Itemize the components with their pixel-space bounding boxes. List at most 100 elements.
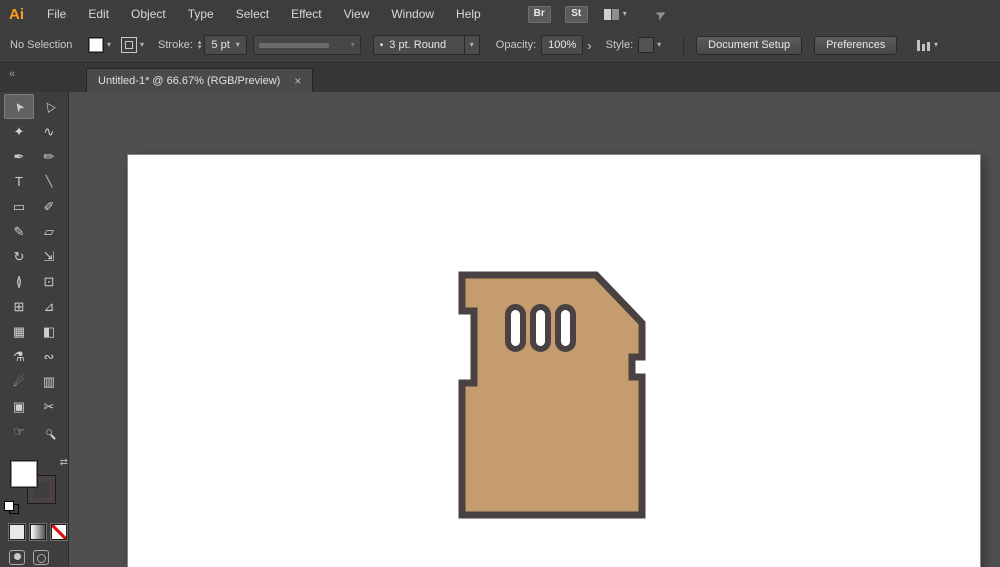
default-fill-stroke-icon[interactable] (4, 501, 19, 514)
brush-definition-chevron-button[interactable]: ▾ (465, 35, 480, 55)
symbol-sprayer-tool[interactable]: ☄ (4, 369, 34, 394)
hand-icon: ☞ (13, 424, 25, 440)
rectangle-tool[interactable]: ▭ (4, 194, 34, 219)
selection-tool[interactable]: ➤ (4, 94, 34, 119)
type-icon: T (15, 174, 23, 189)
color-mode-buttons (0, 510, 68, 540)
menu-file[interactable]: File (36, 7, 77, 21)
arrange-documents-button[interactable]: ▾ (604, 9, 627, 20)
menu-object[interactable]: Object (120, 7, 177, 21)
menu-view[interactable]: View (333, 7, 381, 21)
lasso-tool[interactable]: ∿ (34, 119, 64, 144)
mesh-tool[interactable]: ▦ (4, 319, 34, 344)
pen-tool[interactable]: ✒ (4, 144, 34, 169)
swap-fill-stroke-icon[interactable]: ⇄ (60, 457, 68, 468)
fill-color-dropdown[interactable]: ▾ (88, 37, 111, 53)
artboard[interactable] (128, 155, 980, 567)
brush-dot-icon: • (380, 40, 384, 51)
opacity-panel-arrow-icon[interactable]: › (587, 38, 591, 53)
free-transform-icon: ⊡ (44, 274, 55, 290)
chevron-down-icon: ▾ (934, 41, 938, 49)
menu-edit[interactable]: Edit (77, 7, 120, 21)
document-tab-bar: « Untitled-1* @ 66.67% (RGB/Preview) × (0, 63, 1000, 93)
menu-window[interactable]: Window (380, 7, 445, 21)
slice-tool[interactable]: ✂ (34, 394, 64, 419)
document-tab[interactable]: Untitled-1* @ 66.67% (RGB/Preview) × (86, 68, 313, 92)
canvas-area[interactable] (69, 92, 1000, 567)
shaper-icon: ✎ (14, 224, 25, 240)
draw-behind-button[interactable] (33, 550, 49, 565)
brush-definition-dropdown[interactable]: • 3 pt. Round (373, 35, 465, 55)
bridge-button[interactable]: Br (528, 6, 551, 23)
artboard-tool[interactable]: ▣ (4, 394, 34, 419)
chevron-down-icon: ▾ (236, 41, 240, 49)
sd-card-body (462, 275, 642, 515)
gradient-icon: ◧ (43, 324, 55, 340)
color-mode-button[interactable] (9, 524, 25, 540)
eyedropper-tool[interactable]: ⚗ (4, 344, 34, 369)
width-profile-dropdown[interactable]: ▾ (253, 35, 361, 55)
control-panel-menu-button[interactable]: ▾ (917, 40, 938, 51)
stroke-weight-select[interactable]: 5 pt ▾ (204, 35, 246, 55)
magic-wand-tool[interactable]: ✦ (4, 119, 34, 144)
free-transform-tool[interactable]: ⊡ (34, 269, 64, 294)
style-dropdown[interactable]: ▾ (638, 37, 661, 53)
app-logo: Ai (0, 6, 36, 23)
paintbrush-tool[interactable]: ✐ (34, 194, 64, 219)
opacity-label: Opacity: (496, 39, 536, 51)
zoom-tool[interactable]: ○ (34, 419, 64, 444)
style-label: Style: (606, 39, 634, 51)
menu-help[interactable]: Help (445, 7, 492, 21)
stroke-weight-value: 5 pt (211, 39, 229, 51)
selection-icon: ➤ (10, 98, 27, 114)
gradient-mode-button[interactable] (30, 524, 46, 540)
blend-tool[interactable]: ∾ (34, 344, 64, 369)
line-segment-tool[interactable]: ╲ (34, 169, 64, 194)
stroke-color-dropdown[interactable]: ▾ (121, 37, 144, 53)
shape-builder-icon: ⊞ (14, 299, 25, 315)
chevron-down-icon: ▾ (623, 10, 627, 18)
draw-normal-button[interactable] (9, 550, 25, 565)
shape-builder-tool[interactable]: ⊞ (4, 294, 34, 319)
style-swatch-icon (638, 37, 654, 53)
gradient-tool[interactable]: ◧ (34, 319, 64, 344)
rotate-tool[interactable]: ↻ (4, 244, 34, 269)
rectangle-icon: ▭ (13, 199, 25, 215)
perspective-grid-tool[interactable]: ⊿ (34, 294, 64, 319)
stroke-color-swatch-icon (121, 37, 137, 53)
menu-select[interactable]: Select (225, 7, 280, 21)
menu-type[interactable]: Type (177, 7, 225, 21)
artboard-icon: ▣ (13, 399, 25, 415)
stock-button[interactable]: St (565, 6, 588, 23)
mesh-icon: ▦ (13, 324, 25, 340)
collapse-panel-icon[interactable]: « (9, 68, 15, 80)
opacity-input[interactable]: 100% (541, 35, 583, 55)
preferences-button[interactable]: Preferences (814, 36, 897, 55)
none-mode-button[interactable] (51, 524, 67, 540)
document-setup-button[interactable]: Document Setup (696, 36, 802, 55)
menu-effect[interactable]: Effect (280, 7, 332, 21)
column-graph-icon: ▥ (43, 374, 55, 390)
slice-icon: ✂ (44, 399, 55, 415)
sd-card-artwork[interactable] (450, 265, 655, 525)
scale-icon: ⇲ (44, 249, 55, 265)
column-graph-tool[interactable]: ▥ (34, 369, 64, 394)
scale-tool[interactable]: ⇲ (34, 244, 64, 269)
hand-tool[interactable]: ☞ (4, 419, 34, 444)
eraser-tool[interactable]: ▱ (34, 219, 64, 244)
close-tab-icon[interactable]: × (294, 74, 301, 88)
share-icon[interactable]: ➤ (651, 4, 669, 25)
arrange-documents-icon (604, 9, 619, 20)
fill-swatch[interactable] (10, 460, 38, 488)
stroke-weight-stepper[interactable]: ▴ ▾ (198, 40, 202, 50)
width-profile-icon (259, 43, 329, 48)
sd-card-slot (508, 307, 523, 349)
panel-options-icon (917, 40, 930, 51)
stepper-down-icon[interactable]: ▾ (198, 45, 202, 50)
shaper-tool[interactable]: ✎ (4, 219, 34, 244)
direct-selection-tool[interactable]: ▷ (34, 94, 64, 119)
width-tool[interactable]: ≬ (4, 269, 34, 294)
stroke-label: Stroke: (158, 39, 193, 51)
type-tool[interactable]: T (4, 169, 34, 194)
pencil-tool[interactable]: ✏ (34, 144, 64, 169)
